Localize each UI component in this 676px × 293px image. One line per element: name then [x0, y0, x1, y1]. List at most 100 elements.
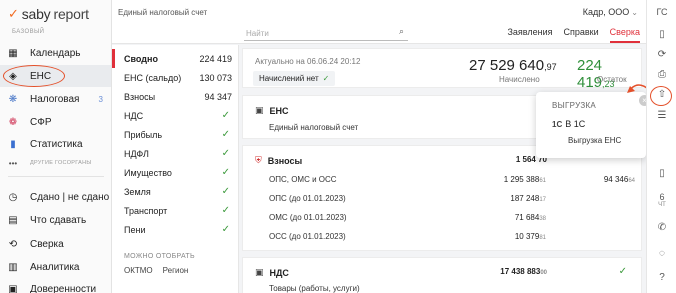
sidebar-item-tax[interactable]: ❋ Налоговая 3: [0, 88, 111, 110]
list-item-label: ЕНС (сальдо): [124, 72, 182, 83]
breadcrumb[interactable]: Единый налоговый счет: [118, 8, 207, 17]
list-item-contributions[interactable]: Взносы 94 347: [112, 87, 238, 106]
sidebar-item-label: Аналитика: [30, 261, 80, 273]
1c-icon: 1С: [552, 120, 563, 129]
contrib-row-value: 10 37981: [515, 232, 546, 241]
user-initials[interactable]: ГС: [647, 7, 676, 17]
divider: [8, 176, 104, 177]
sidebar-item-label: Доверенности: [30, 283, 97, 293]
count-badge: 3: [98, 94, 103, 104]
sidebar-item-more[interactable]: ••• ДРУГИЕ ГОСОРГАНЫ: [0, 155, 111, 171]
summary-card: Актуально на 06.06.24 20:12 Начислений н…: [242, 48, 642, 91]
search-input[interactable]: Найти ⌕: [244, 26, 408, 41]
value-main: 17 438 883: [500, 267, 541, 276]
contrib-row-right: 94 34664: [604, 175, 635, 184]
value-cents: 61: [539, 178, 546, 184]
sidebar-item-label: Сдано | не сдано: [30, 191, 110, 203]
accrued-amount[interactable]: 27 529 640,97: [469, 57, 557, 74]
list-item-label: Транспорт: [124, 205, 168, 216]
check-icon: ✓: [221, 148, 230, 159]
phone-icon[interactable]: ✆: [647, 222, 676, 233]
accrued-cents: ,97: [544, 62, 557, 72]
refresh-icon[interactable]: ⟳: [647, 49, 676, 60]
list-item-value: 224 419: [199, 53, 232, 64]
list-item-property[interactable]: Имущество ✓: [112, 163, 238, 182]
sidebar-item-proxy[interactable]: ▣ Доверенности: [0, 278, 111, 293]
tab-certificates[interactable]: Справки: [564, 27, 599, 43]
help-icon[interactable]: ?: [647, 272, 676, 283]
list-item-label: НДС: [124, 110, 144, 121]
analytics-icon: ▥: [8, 261, 18, 273]
tabs: Заявления Справки Сверка: [507, 27, 640, 43]
popup-title: ВЫГРУЗКА: [552, 101, 597, 110]
value-main: 1 295 388: [503, 175, 540, 184]
contrib-row-label: ОПС, ОМС и ОСС: [269, 175, 337, 184]
clock-icon: ◷: [8, 191, 18, 203]
docs-icon: ▤: [8, 214, 18, 226]
list-item-profit[interactable]: Прибыль ✓: [112, 125, 238, 144]
check-icon: ✓: [221, 110, 230, 121]
vat-card[interactable]: ▣ НДС 17 438 88300 ✓ Товары (работы, услу…: [242, 257, 642, 293]
option-label: В 1С: [565, 119, 586, 129]
filter-region[interactable]: Регион: [163, 266, 189, 275]
sidebar-item-submitted[interactable]: ◷ Сдано | не сдано: [0, 186, 111, 208]
list-item-value: 130 073: [199, 72, 232, 83]
chat-icon[interactable]: ◌: [647, 248, 676, 259]
ens-subtitle: Единый налоговый счет: [269, 123, 359, 132]
list-icon[interactable]: ☰: [647, 110, 676, 121]
highlight-ring: [650, 86, 672, 106]
gear-icon: ❋: [8, 93, 18, 105]
list-item-vat[interactable]: НДС ✓: [112, 106, 238, 125]
sidebar-item-calendar[interactable]: ▦ Календарь: [0, 42, 111, 64]
list-item-land[interactable]: Земля ✓: [112, 182, 238, 201]
list-item-label: Сводно: [124, 53, 158, 64]
right-rail: ГС ▯ ⟳ ⎙ ⇧ ☰ ▯ 6 ЧТ ✆ ◌ ?: [646, 0, 676, 293]
contrib-row-label: ОМС (до 01.01.2023): [269, 213, 347, 222]
filter-oktmo[interactable]: ОКТМО: [124, 266, 153, 275]
ens-card-title: ▣ ЕНС: [255, 105, 289, 116]
document-icon: ▣: [255, 267, 264, 277]
calendar-day-icon[interactable]: 6 ЧТ: [647, 192, 676, 208]
export-1c-option[interactable]: 1С В 1С: [552, 119, 585, 129]
file-icon[interactable]: ▯: [647, 29, 676, 40]
sidebar-item-stats[interactable]: ▮ Статистика: [0, 133, 111, 155]
contrib-row-value: 1 295 38861: [504, 175, 546, 184]
sidebar-item-what-to-submit[interactable]: ▤ Что сдавать: [0, 209, 111, 231]
sidebar: ✓ saby report БАЗОВЫЙ ▦ Календарь ◈ ЕНС ❋…: [0, 0, 112, 293]
export-ens-option[interactable]: Выгрузка ЕНС: [568, 136, 621, 145]
logo-report: report: [53, 6, 89, 22]
chart-icon: ▮: [10, 138, 16, 150]
tab-applications[interactable]: Заявления: [507, 27, 552, 43]
sidebar-item-label: Что сдавать: [30, 214, 87, 226]
doc-icon[interactable]: ▯: [647, 168, 676, 179]
list-item-penalties[interactable]: Пени ✓: [112, 220, 238, 239]
check-icon: ✓: [221, 205, 230, 216]
highlight-ring: [3, 65, 65, 87]
list-item-label: Пени: [124, 224, 146, 235]
search-icon[interactable]: ⌕: [399, 26, 404, 37]
check-icon: ✓: [618, 266, 627, 277]
list-item-label: НДФЛ: [124, 148, 149, 159]
contrib-row-value: 71 68438: [515, 213, 546, 222]
list-item-ndfl[interactable]: НДФЛ ✓: [112, 144, 238, 163]
list-item-ens[interactable]: ЕНС (сальдо) 130 073: [112, 68, 238, 87]
contributions-card[interactable]: ⛨ Взносы 1 564 70 ОПС, ОМС и ОСС 1 295 38…: [242, 145, 642, 251]
org-selector[interactable]: Кадр, ООО ⌄: [583, 7, 638, 17]
list-item-summary[interactable]: Сводно 224 419: [112, 49, 238, 68]
contributions-card-title: ⛨ Взносы: [255, 155, 302, 166]
status-badge-label: Начислений нет: [259, 74, 319, 83]
sidebar-item-reconcile[interactable]: ⟲ Сверка: [0, 233, 111, 255]
calendar-icon: ▦: [8, 47, 18, 59]
proxy-icon: ▣: [8, 283, 18, 293]
list-item-transport[interactable]: Транспорт ✓: [112, 201, 238, 220]
check-icon: ✓: [221, 129, 230, 140]
print-icon[interactable]: ⎙: [647, 69, 676, 80]
section-label-other: ДРУГИЕ ГОСОРГАНЫ: [30, 160, 92, 166]
shield-icon: ⛨: [255, 155, 262, 165]
category-list: Сводно 224 419 ЕНС (сальдо) 130 073 Взносы…: [112, 45, 239, 293]
sidebar-item-analytics[interactable]: ▥ Аналитика: [0, 256, 111, 278]
value-cents: 00: [540, 270, 547, 276]
tab-reconcile[interactable]: Сверка: [609, 27, 640, 43]
sidebar-item-sfr[interactable]: ❁ СФР: [0, 111, 111, 133]
logo[interactable]: ✓ saby report: [8, 6, 89, 22]
